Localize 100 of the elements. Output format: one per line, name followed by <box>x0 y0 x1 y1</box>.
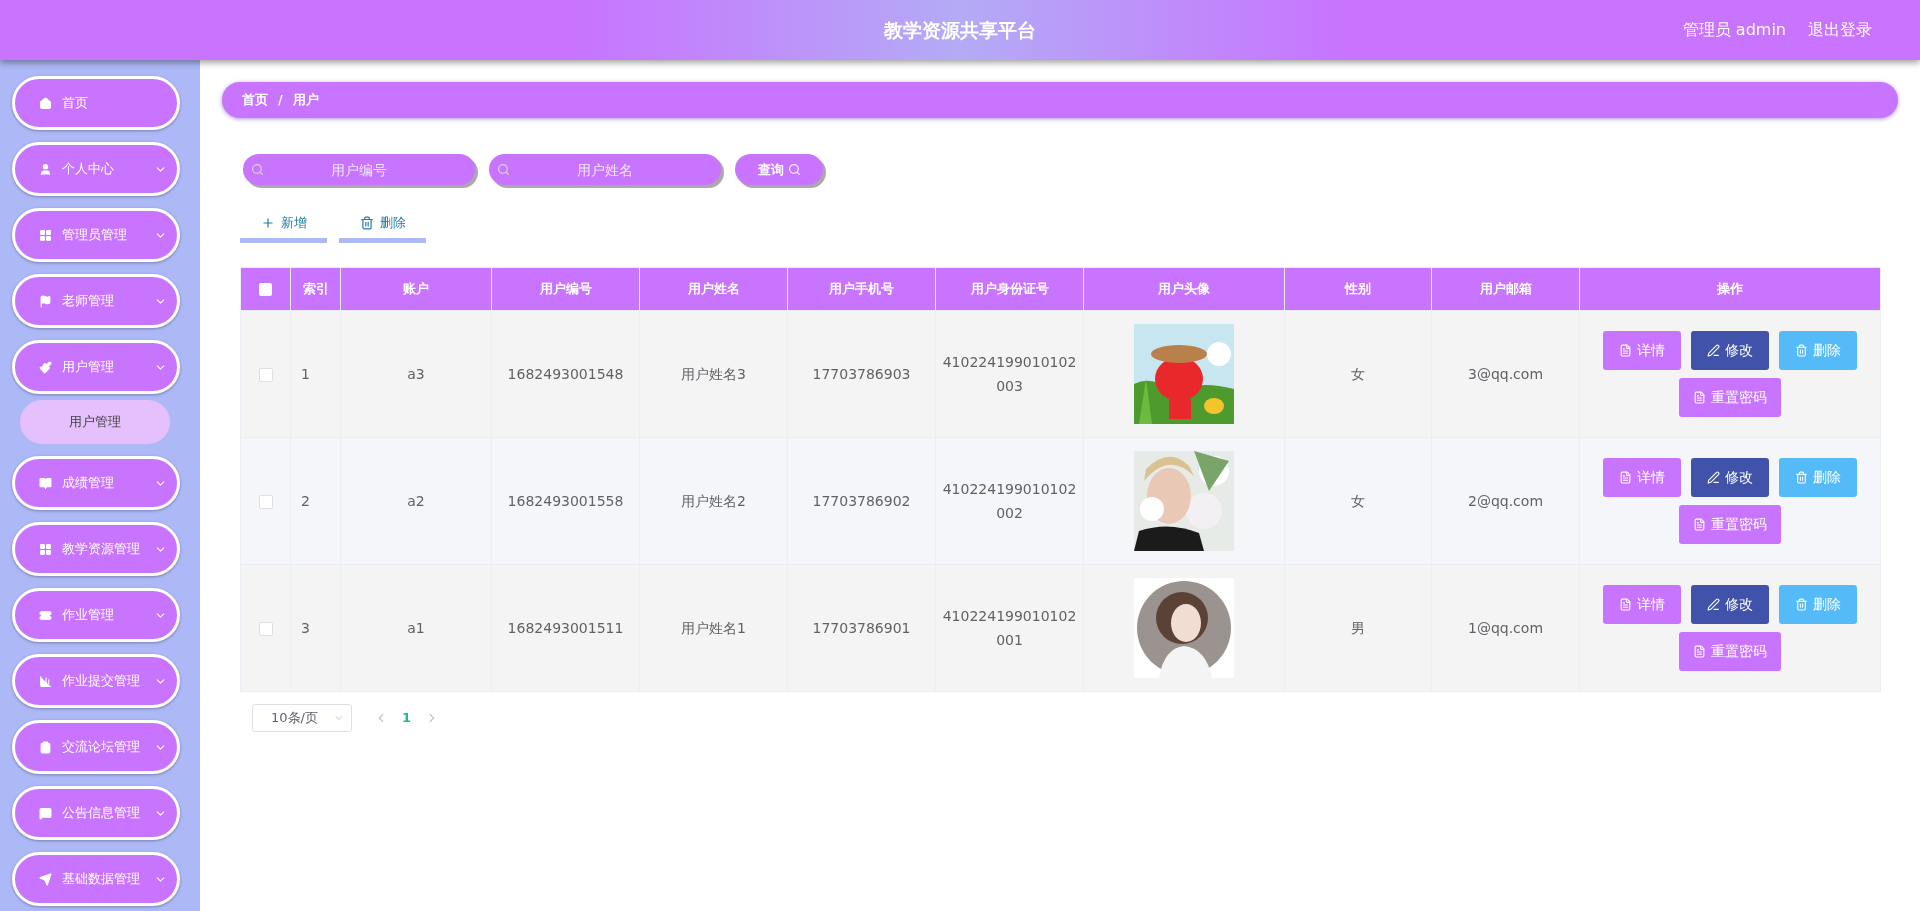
table-cell: 1682493001511 <box>491 564 640 692</box>
table-cell: 男 <box>1284 564 1432 692</box>
document-icon <box>1619 598 1632 611</box>
table-cell: 2 <box>290 437 341 565</box>
grid-icon <box>39 542 52 556</box>
table-cell: 用户姓名3 <box>639 310 788 438</box>
table-cell: 1682493001558 <box>491 437 640 565</box>
delete-button[interactable]: 删除 <box>1779 458 1857 497</box>
sidebar-item[interactable]: 教学资源管理 <box>12 522 180 576</box>
checkbox[interactable] <box>258 621 273 636</box>
breadcrumb-link[interactable]: 首页 <box>242 90 268 110</box>
search-field[interactable]: 用户编号 <box>243 154 475 185</box>
add-button[interactable]: 新增 <box>240 207 327 243</box>
breadcrumb-link[interactable]: 用户 <box>292 90 319 110</box>
trash-icon <box>359 215 374 230</box>
pen-icon <box>1707 344 1720 357</box>
table-cell-text: 410224199010102 001 <box>941 607 1078 650</box>
sidebar-item[interactable]: 作业提交管理 <box>12 654 180 708</box>
table-cell-text: 410224199010102 002 <box>941 480 1078 523</box>
edit-button[interactable]: 修改 <box>1691 331 1769 370</box>
app-title: 教学资源共享平台 <box>884 17 1036 43</box>
detail-button[interactable]: 详情 <box>1603 585 1681 624</box>
logout-link[interactable]: 退出登录 <box>1808 18 1872 42</box>
reset-password-button[interactable]: 重置密码 <box>1679 378 1781 417</box>
document-icon <box>1619 344 1632 357</box>
sidebar-item[interactable]: 基础数据管理 <box>12 852 180 906</box>
grid-icon <box>39 228 52 242</box>
trash-icon <box>1795 344 1808 357</box>
plus-icon <box>260 215 275 230</box>
table-cell: 17703786903 <box>787 310 936 438</box>
search-button[interactable]: 查询 <box>735 154 823 185</box>
submenu-item[interactable]: 用户管理 <box>20 400 170 444</box>
header-cell: 用户邮箱 <box>1431 267 1580 311</box>
edit-button[interactable]: 修改 <box>1691 585 1769 624</box>
page-size-select[interactable]: 10条/页 <box>252 704 352 732</box>
breadcrumb-separator: / <box>278 91 283 110</box>
delete-button[interactable]: 删除 <box>1779 585 1857 624</box>
table-cell: 2@qq.com <box>1431 437 1580 565</box>
search-icon <box>787 163 801 176</box>
document-icon <box>1693 391 1706 404</box>
table-cell: 3 <box>290 564 341 692</box>
detail-button[interactable]: 详情 <box>1603 458 1681 497</box>
header-cell: 账户 <box>340 267 492 311</box>
trash-icon <box>1795 471 1808 484</box>
pen-icon <box>1707 471 1720 484</box>
table-cell-text: 410224199010102 003 <box>941 353 1078 396</box>
table-cell: 17703786901 <box>787 564 936 692</box>
header-cell: 性别 <box>1284 267 1432 311</box>
brush-icon <box>39 360 52 374</box>
table-cell: 女 <box>1284 437 1432 565</box>
sidebar-item[interactable]: 个人中心 <box>12 142 180 196</box>
detail-button[interactable]: 详情 <box>1603 331 1681 370</box>
sidebar-item[interactable]: 老师管理 <box>12 274 180 328</box>
delete-button[interactable]: 删除 <box>1779 331 1857 370</box>
header-cell: 用户头像 <box>1083 267 1285 311</box>
checkbox[interactable] <box>259 283 272 296</box>
document-icon <box>1693 518 1706 531</box>
sidebar-item[interactable]: 作业管理 <box>12 588 180 642</box>
header-cell: 用户手机号 <box>787 267 936 311</box>
page-number[interactable]: 1 <box>402 708 412 728</box>
table-cell: a2 <box>340 437 492 565</box>
user-icon <box>39 162 52 176</box>
book-icon <box>39 476 52 490</box>
header-cell: 用户姓名 <box>639 267 788 311</box>
checkbox[interactable] <box>258 494 273 509</box>
sidebar-item[interactable]: 管理员管理 <box>12 208 180 262</box>
sidebar-item[interactable]: 首页 <box>12 76 180 130</box>
ticket-icon <box>39 608 52 622</box>
chat-icon <box>39 806 52 820</box>
trash-icon <box>1795 598 1808 611</box>
paper-plane-icon <box>39 872 52 886</box>
table-cell: a3 <box>340 310 492 438</box>
table-cell: a1 <box>340 564 492 692</box>
search-field[interactable]: 用户姓名 <box>489 154 721 185</box>
user-label: 管理员 admin <box>1682 19 1786 41</box>
header-cell: 用户身份证号 <box>935 267 1084 311</box>
reset-password-button[interactable]: 重置密码 <box>1679 505 1781 544</box>
header-cell: 操作 <box>1579 267 1881 311</box>
sidebar-item[interactable]: 成绩管理 <box>12 456 180 510</box>
document-icon <box>1619 471 1632 484</box>
sidebar-item[interactable]: 公告信息管理 <box>12 786 180 840</box>
document-icon <box>1693 645 1706 658</box>
reset-password-button[interactable]: 重置密码 <box>1679 632 1781 671</box>
flag-icon <box>39 294 52 308</box>
header-cell: 用户编号 <box>491 267 640 311</box>
sidebar-item[interactable]: 用户管理 <box>12 340 180 394</box>
search-icon <box>251 163 264 176</box>
table-cell: 3@qq.com <box>1431 310 1580 438</box>
sidebar-item[interactable]: 交流论坛管理 <box>12 720 180 774</box>
header-cell: 索引 <box>290 267 341 311</box>
checkbox[interactable] <box>258 367 273 382</box>
table-cell: 1 <box>290 310 341 438</box>
table-cell: 1@qq.com <box>1431 564 1580 692</box>
pen-icon <box>1707 598 1720 611</box>
home-icon <box>39 96 52 110</box>
search-icon <box>497 163 510 176</box>
table-cell: 17703786902 <box>787 437 936 565</box>
table-cell: 1682493001548 <box>491 310 640 438</box>
delete-button[interactable]: 删除 <box>339 207 426 243</box>
edit-button[interactable]: 修改 <box>1691 458 1769 497</box>
